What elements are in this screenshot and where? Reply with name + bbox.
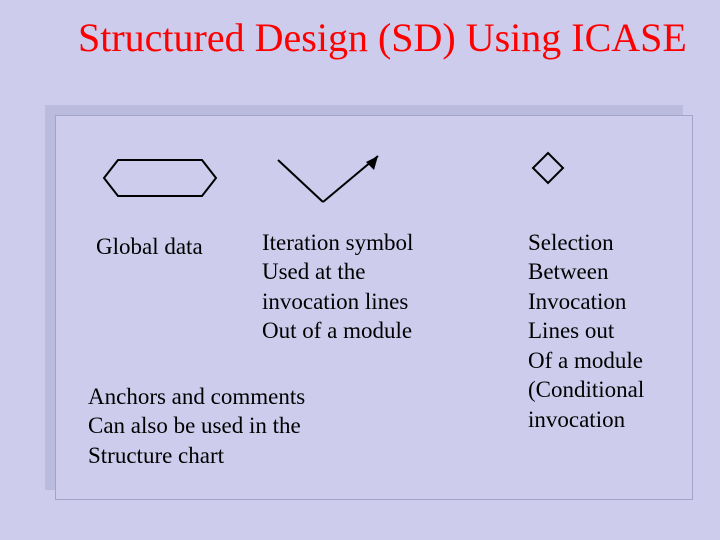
selection-label: SelectionBetweenInvocationLines outOf a … <box>528 228 698 434</box>
iteration-symbol <box>268 150 398 210</box>
iteration-icon <box>268 150 398 210</box>
global-data-symbol <box>90 155 230 201</box>
slide-title: Structured Design (SD) Using ICASE <box>78 16 687 61</box>
iteration-label: Iteration symbolUsed at theinvocation li… <box>262 228 482 346</box>
diamond-icon <box>530 150 566 186</box>
hexagon-icon <box>90 155 230 201</box>
title-text: Structured Design (SD) Using ICASE <box>78 15 687 60</box>
global-data-label: Global data <box>96 232 203 261</box>
footnote-label: Anchors and commentsCan also be used in … <box>88 382 408 470</box>
selection-symbol <box>530 150 566 186</box>
